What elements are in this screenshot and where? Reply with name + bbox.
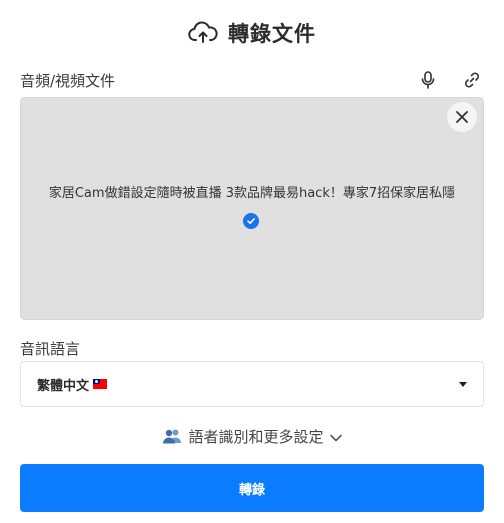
page-title: 轉錄文件	[228, 22, 316, 46]
more-settings-toggle[interactable]: 語者識別和更多設定	[0, 425, 504, 447]
file-section-header: 音頻/視頻文件	[20, 68, 484, 92]
language-selected-value: 繁體中文	[37, 375, 459, 394]
page-header: 轉錄文件	[0, 16, 504, 50]
chevron-down-icon	[329, 427, 342, 446]
language-label: 音訊語言	[20, 340, 81, 358]
file-label: 音頻/視頻文件	[20, 71, 116, 90]
language-selected-text: 繁體中文	[37, 378, 90, 394]
check-circle-icon	[243, 213, 259, 229]
microphone-icon[interactable]	[416, 68, 440, 92]
close-icon[interactable]	[447, 102, 477, 132]
cloud-upload-icon	[188, 21, 218, 45]
transcribe-button[interactable]: 轉錄	[20, 464, 484, 512]
file-dropzone[interactable]: 家居Cam做錯設定隨時被直播 3款品牌最易hack！專家7招保家居私隱	[20, 97, 484, 320]
chevron-down-icon	[459, 381, 467, 387]
transcribe-button-label: 轉錄	[238, 482, 265, 498]
people-icon	[162, 428, 182, 444]
language-select[interactable]: 繁體中文	[20, 361, 484, 407]
more-settings-label: 語者識別和更多設定	[188, 427, 324, 446]
link-icon[interactable]	[460, 68, 484, 92]
taiwan-flag-icon	[93, 379, 108, 389]
uploaded-file-name: 家居Cam做錯設定隨時被直播 3款品牌最易hack！專家7招保家居私隱	[48, 186, 456, 201]
